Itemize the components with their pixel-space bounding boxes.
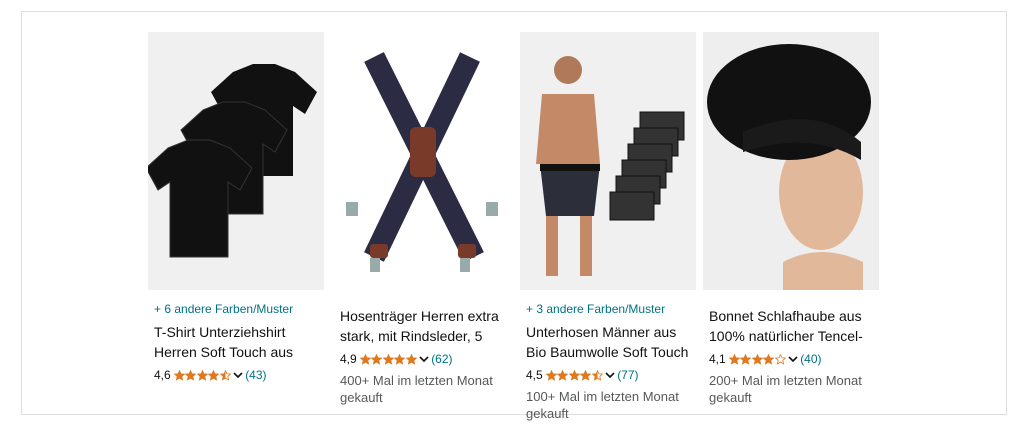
rating-row[interactable]: 4,9 (62) bbox=[340, 350, 504, 368]
chevron-down-icon[interactable] bbox=[419, 354, 429, 364]
star-full-icon bbox=[371, 353, 383, 365]
sales-info: 100+ Mal im letzten Monat gekauft bbox=[526, 389, 679, 421]
product-card[interactable]: + 3 andere Farben/Muster Unterhosen Männ… bbox=[520, 32, 696, 422]
product-card[interactable]: Hosenträger Herren extra stark, mit Rind… bbox=[334, 32, 510, 406]
rating-value: 4,1 bbox=[709, 352, 726, 366]
star-rating bbox=[359, 353, 418, 365]
star-full-icon bbox=[359, 353, 371, 365]
product-card[interactable]: Bonnet Schlafhaube aus 100% natürlicher … bbox=[703, 32, 879, 406]
sales-info: 400+ Mal im letzten Monat gekauft bbox=[340, 373, 493, 405]
star-full-icon bbox=[173, 369, 185, 381]
product-title[interactable]: T-Shirt Unterziehshirt Herren Soft Touch… bbox=[154, 322, 318, 362]
review-count[interactable]: (77) bbox=[617, 368, 638, 382]
star-full-icon bbox=[580, 369, 592, 381]
product-carousel: + 6 andere Farben/Muster T-Shirt Unterzi… bbox=[21, 11, 1007, 421]
product-image-tshirt[interactable] bbox=[148, 32, 324, 290]
star-full-icon bbox=[545, 369, 557, 381]
rating-row[interactable]: 4,6 (43) bbox=[154, 366, 318, 384]
star-half-icon bbox=[219, 369, 231, 381]
star-full-icon bbox=[196, 369, 208, 381]
rating-row[interactable]: 4,5 (77) bbox=[526, 366, 690, 384]
star-empty-icon bbox=[774, 353, 786, 365]
star-rating bbox=[728, 353, 787, 365]
star-full-icon bbox=[394, 353, 406, 365]
star-full-icon bbox=[185, 369, 197, 381]
star-full-icon bbox=[557, 369, 569, 381]
star-full-icon bbox=[740, 353, 752, 365]
product-title[interactable]: Hosenträger Herren extra stark, mit Rind… bbox=[340, 306, 504, 346]
product-title[interactable]: Bonnet Schlafhaube aus 100% natürlicher … bbox=[709, 306, 873, 346]
review-count[interactable]: (43) bbox=[245, 368, 266, 382]
star-full-icon bbox=[382, 353, 394, 365]
star-full-icon bbox=[751, 353, 763, 365]
review-count[interactable]: (62) bbox=[431, 352, 452, 366]
rating-value: 4,5 bbox=[526, 368, 543, 382]
rating-value: 4,9 bbox=[340, 352, 357, 366]
rating-row[interactable]: 4,1 (40) bbox=[709, 350, 873, 368]
rating-value: 4,6 bbox=[154, 368, 171, 382]
star-full-icon bbox=[405, 353, 417, 365]
star-rating bbox=[173, 369, 232, 381]
chevron-down-icon[interactable] bbox=[233, 370, 243, 380]
product-image-underwear[interactable] bbox=[520, 32, 696, 290]
star-rating bbox=[545, 369, 604, 381]
chevron-down-icon[interactable] bbox=[788, 354, 798, 364]
product-card[interactable]: + 6 andere Farben/Muster T-Shirt Unterzi… bbox=[148, 32, 324, 384]
star-full-icon bbox=[763, 353, 775, 365]
product-title[interactable]: Unterhosen Männer aus Bio Baumwolle Soft… bbox=[526, 322, 690, 362]
star-full-icon bbox=[568, 369, 580, 381]
star-full-icon bbox=[728, 353, 740, 365]
more-colors-link[interactable]: + 3 andere Farben/Muster bbox=[526, 302, 690, 318]
more-colors-link[interactable]: + 6 andere Farben/Muster bbox=[154, 302, 318, 318]
product-image-suspenders[interactable] bbox=[334, 32, 510, 290]
star-full-icon bbox=[208, 369, 220, 381]
review-count[interactable]: (40) bbox=[800, 352, 821, 366]
sales-info: 200+ Mal im letzten Monat gekauft bbox=[709, 373, 862, 405]
product-image-bonnet[interactable] bbox=[703, 32, 879, 290]
star-half-icon bbox=[591, 369, 603, 381]
chevron-down-icon[interactable] bbox=[605, 370, 615, 380]
